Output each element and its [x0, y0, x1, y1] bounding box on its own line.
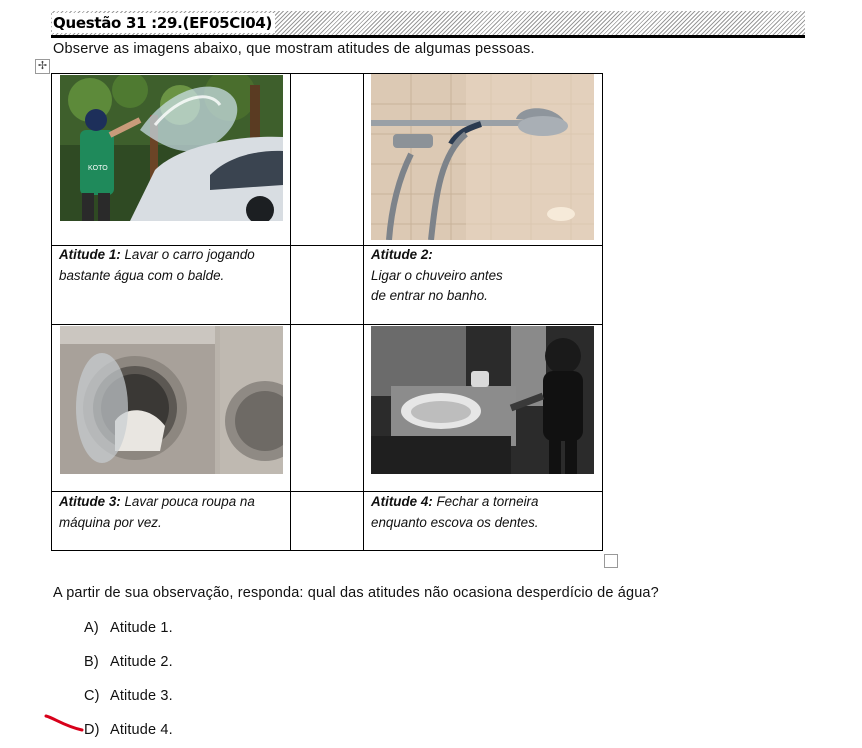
attitude-3-text: Lavar pouca roupa na [124, 494, 255, 509]
option-letter: D) [84, 722, 100, 738]
option-b[interactable]: B) Atitude 2. [84, 654, 173, 670]
car-washing-photo: KOTO [60, 75, 283, 221]
option-text: Atitude 1. [110, 620, 173, 636]
attitude-1-text: bastante água com o balde. [59, 267, 225, 283]
attitude-3-label: Atitude 3: [59, 494, 121, 509]
attitude-3-caption: Atitude 3: Lavar pouca roupa na máquina … [59, 492, 255, 533]
question-header: Questão 31 :29.(EF05CI04) [51, 11, 805, 35]
intro-text: Observe as imagens abaixo, que mostram a… [53, 41, 535, 57]
sink-toothbrushing-photo [371, 326, 594, 474]
shower-photo [371, 74, 594, 240]
attitude-4-label: Atitude 4: [371, 494, 433, 509]
washing-machine-photo [60, 326, 283, 474]
attitude-2-text: de entrar no banho. [371, 288, 488, 303]
table-divider [290, 73, 291, 551]
attitudes-table: KOTO Atitude 1: Lavar o carro jogando ba… [51, 73, 603, 551]
question-title: Questão 31 :29.(EF05CI04) [52, 13, 276, 33]
option-text: Atitude 2. [110, 654, 173, 670]
svg-text:KOTO: KOTO [88, 165, 108, 172]
attitude-3-text: máquina por vez. [59, 514, 162, 530]
attitude-2-caption: Atitude 2: Ligar o chuveiro antes de ent… [371, 245, 503, 307]
option-text: Atitude 3. [110, 688, 173, 704]
table-divider [363, 73, 364, 551]
attitude-4-text: enquanto escova os dentes. [371, 514, 539, 530]
attitude-4-text: Fechar a torneira [436, 494, 539, 509]
option-c[interactable]: C) Atitude 3. [84, 688, 173, 704]
table-border-bottom [51, 550, 603, 551]
question-text: A partir de sua observação, responda: qu… [53, 585, 659, 601]
table-divider [51, 324, 603, 325]
table-move-handle-icon[interactable]: ✢ [35, 59, 50, 74]
option-d[interactable]: D) Atitude 4. [84, 722, 173, 738]
attitude-1-text: Lavar o carro jogando [124, 247, 255, 262]
option-letter: A) [84, 620, 99, 636]
option-a[interactable]: A) Atitude 1. [84, 620, 173, 636]
option-letter: B) [84, 654, 99, 670]
attitude-1-label: Atitude 1: [59, 247, 121, 262]
option-letter: C) [84, 688, 100, 704]
header-rule [51, 35, 805, 38]
attitude-1-caption: Atitude 1: Lavar o carro jogando bastant… [59, 245, 255, 286]
option-text: Atitude 4. [110, 722, 173, 738]
table-border-left [51, 73, 52, 551]
attitude-2-text: Ligar o chuveiro antes [371, 267, 503, 283]
attitude-4-caption: Atitude 4: Fechar a torneira enquanto es… [371, 492, 539, 533]
answer-pen-mark [44, 714, 84, 732]
attitude-2-label: Atitude 2: [371, 247, 433, 262]
table-resize-handle[interactable] [604, 554, 618, 568]
table-border-right [602, 73, 603, 551]
